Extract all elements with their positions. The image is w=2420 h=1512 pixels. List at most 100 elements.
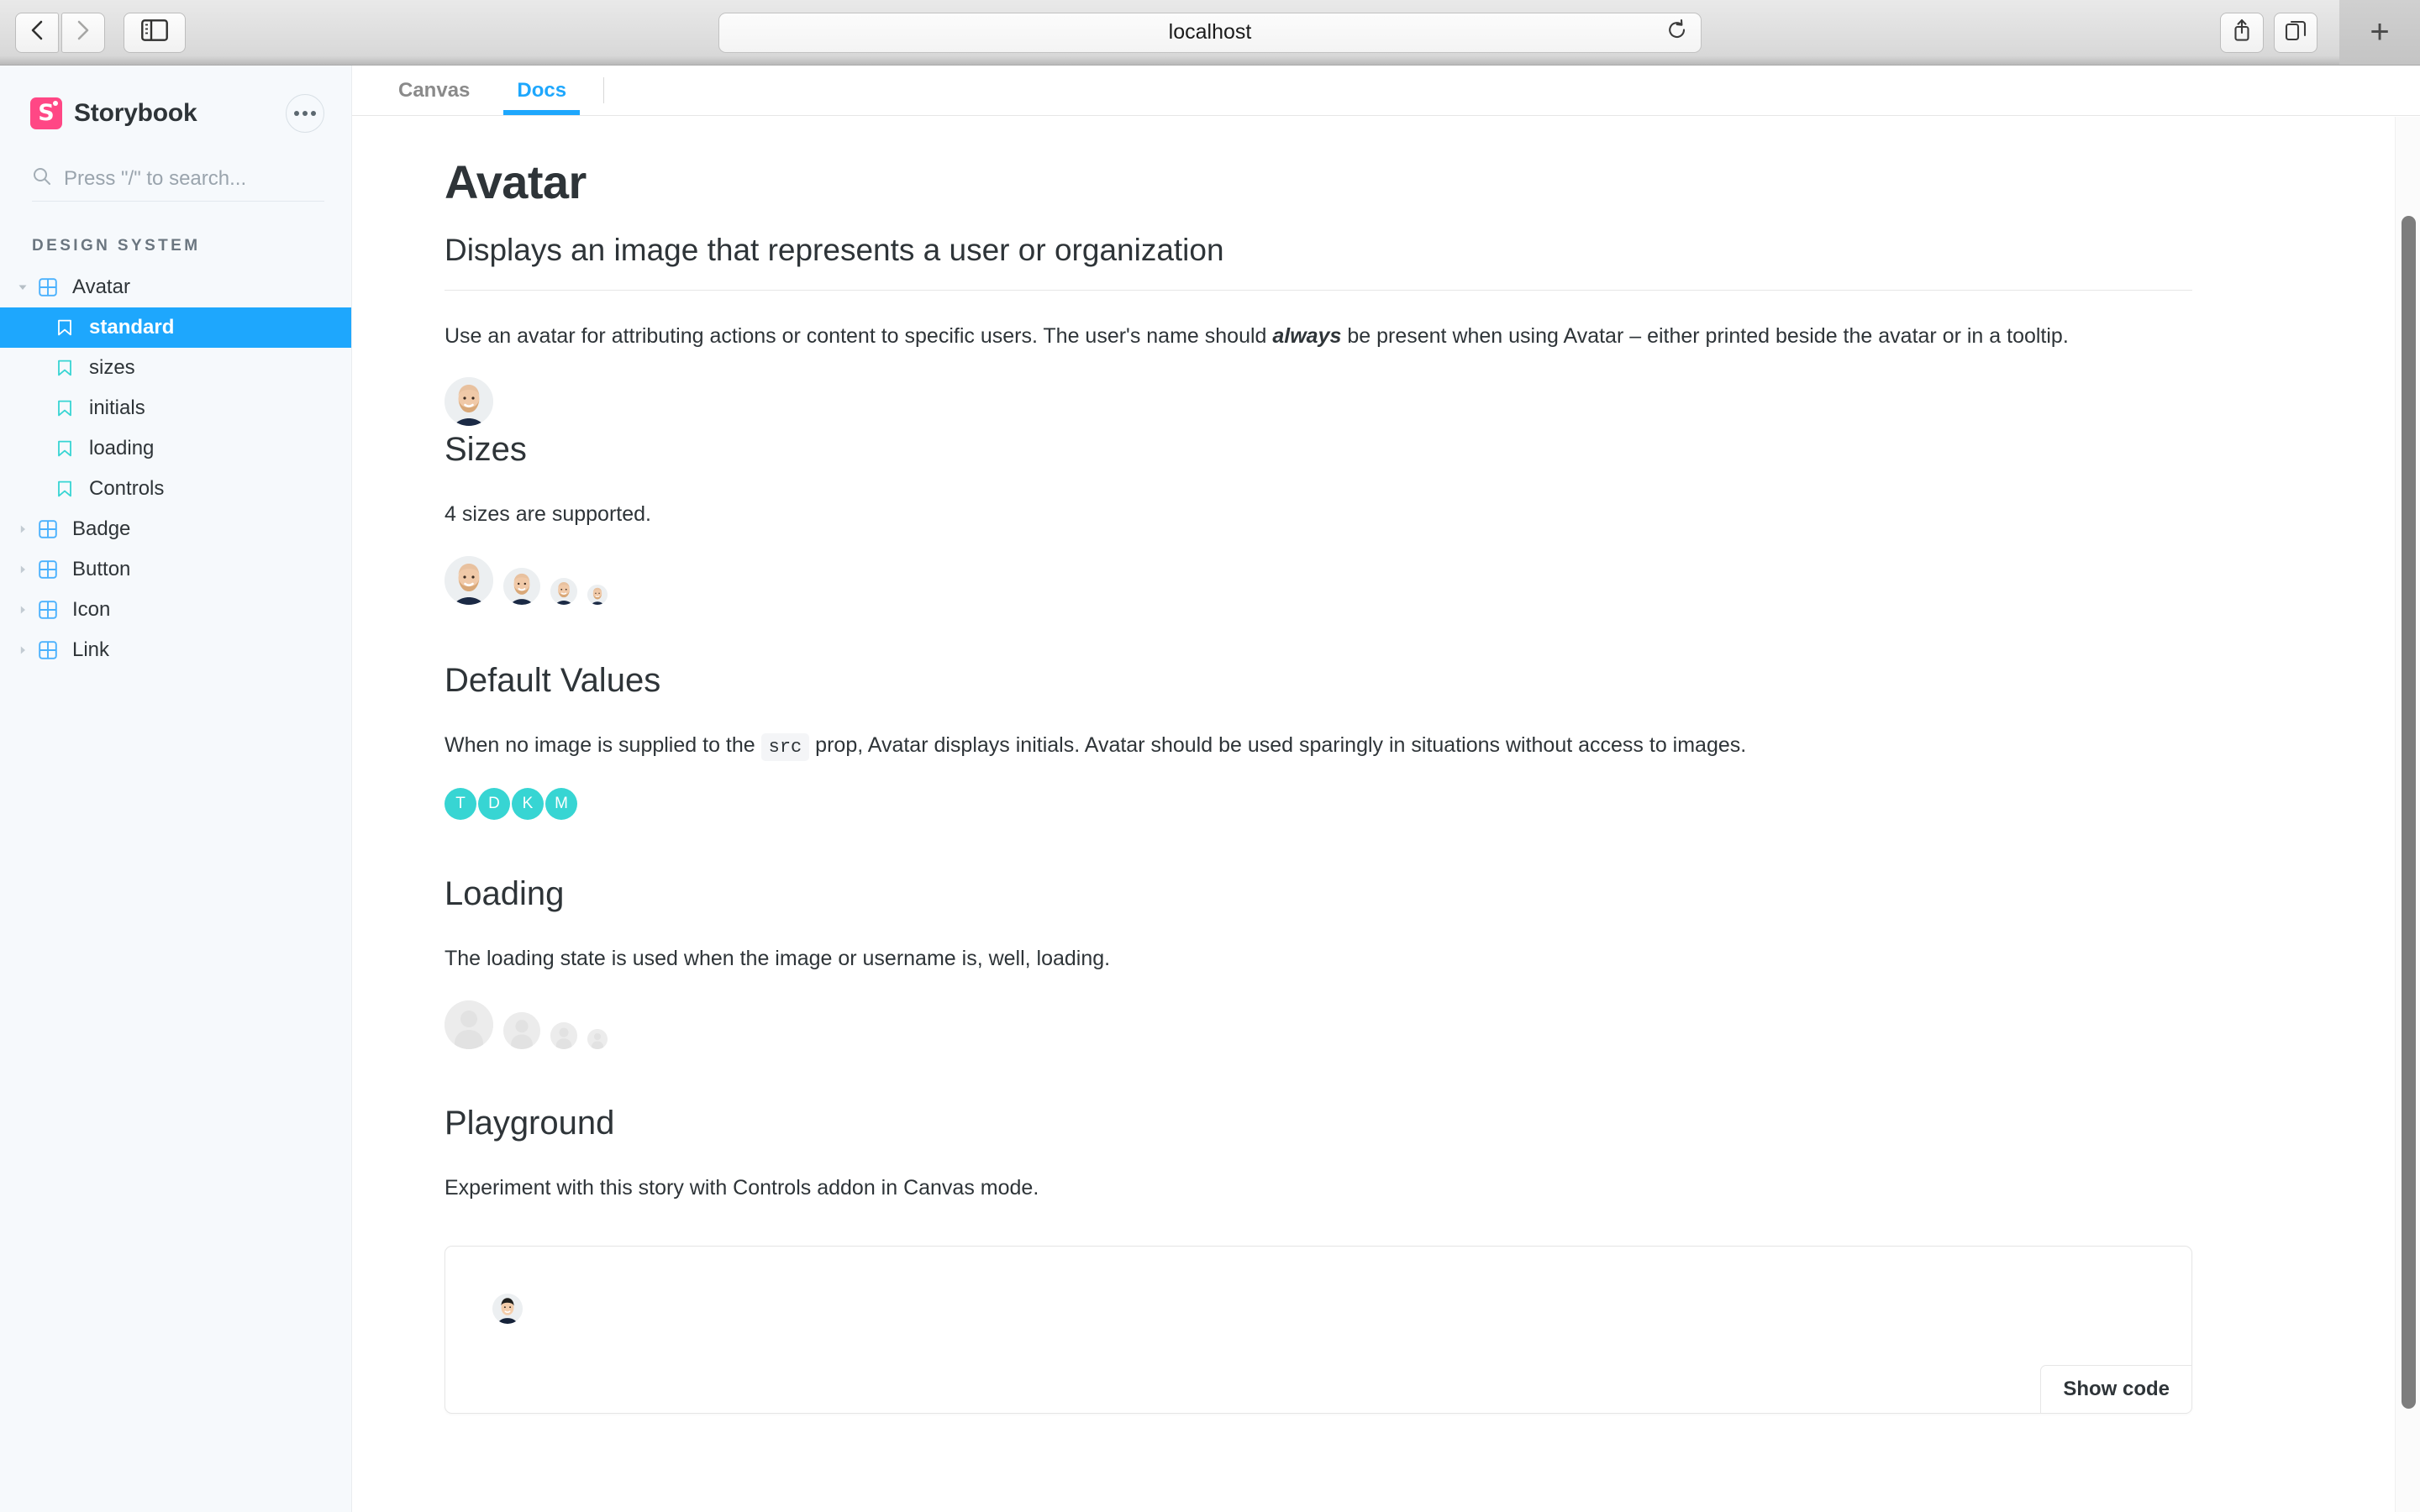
avatar-photo-large	[445, 556, 493, 605]
avatar-photo-graphic	[445, 376, 493, 426]
sidebar-item-loading[interactable]: loading	[0, 428, 351, 469]
sidebar-section-title: DESIGN SYSTEM	[32, 237, 201, 255]
sidebar-item-badge[interactable]: Badge	[0, 509, 351, 549]
intro-text-1: Use an avatar for attributing actions or…	[445, 324, 1273, 348]
sidebar-item-controls[interactable]: Controls	[0, 469, 351, 509]
docs-bottom-spacer	[445, 1414, 2192, 1512]
avatar-initials-letter: T	[455, 794, 466, 812]
chevron-right-icon[interactable]	[13, 524, 32, 534]
search-input[interactable]	[64, 166, 324, 191]
browser-nav-group	[15, 12, 105, 53]
tabs-overview-icon	[2285, 19, 2307, 45]
sidebar-item-sizes[interactable]: sizes	[0, 348, 351, 388]
initials-avatar-row: T D K M	[445, 787, 2192, 820]
sizes-avatar-row	[445, 556, 2192, 605]
component-grid-icon	[32, 560, 64, 579]
component-grid-icon	[32, 641, 64, 659]
sidebar-item-label: Controls	[89, 477, 165, 500]
dot-1	[294, 111, 299, 116]
sidebar-item-initials[interactable]: initials	[0, 388, 351, 428]
story-bookmark-icon	[49, 440, 81, 457]
avatar-photo-playground	[492, 1293, 523, 1324]
sidebar-item-label: initials	[89, 396, 145, 419]
avatar-photo-graphic	[550, 578, 577, 605]
sidebar-item-button[interactable]: Button	[0, 549, 351, 590]
avatar-loading	[587, 1029, 608, 1050]
dot-2	[302, 111, 308, 116]
page-title: Avatar	[445, 155, 587, 208]
storybook-app: S Storybook DESIGN SYSTEM	[0, 66, 2420, 1512]
chevron-down-icon[interactable]	[13, 282, 32, 292]
docs-scroll-area[interactable]: Avatar Displays an image that represents…	[352, 116, 2420, 1512]
standard-avatar-row	[445, 376, 2192, 426]
tab-separator	[603, 77, 605, 103]
playground-body: Experiment with this story with Controls…	[445, 1176, 1039, 1200]
loading-avatar-row	[445, 1000, 2192, 1050]
sidebar-item-label: standard	[89, 316, 175, 339]
chevron-right-icon[interactable]	[13, 645, 32, 655]
sidebar-item-avatar[interactable]: Avatar	[0, 267, 351, 307]
show-code-button[interactable]: Show code	[2040, 1364, 2192, 1414]
new-tab-button[interactable]: +	[2339, 0, 2420, 65]
sidebar-item-icon[interactable]: Icon	[0, 590, 351, 630]
reload-icon[interactable]	[1667, 18, 1687, 46]
loading-body: The loading state is used when the image…	[445, 946, 1111, 970]
storybook-logo-icon: S	[30, 97, 62, 129]
avatar-loading	[445, 1000, 493, 1050]
sidebar-item-link[interactable]: Link	[0, 630, 351, 670]
avatar-loading	[550, 1022, 577, 1050]
avatar-loading	[503, 1012, 540, 1050]
chevron-right-icon	[75, 18, 92, 46]
avatar-initials: D	[478, 787, 510, 820]
share-button[interactable]	[2220, 12, 2264, 53]
avatar-initials-letter: D	[488, 794, 500, 812]
sidebar-toggle-button[interactable]	[124, 12, 186, 53]
back-button[interactable]	[15, 12, 59, 53]
src-code-chip: src	[760, 733, 810, 761]
loading-heading: Loading	[445, 874, 565, 912]
intro-text-2: be present when using Avatar – either pr…	[1341, 324, 2069, 348]
tab-docs[interactable]: Docs	[493, 66, 590, 115]
avatar-placeholder-icon	[445, 1000, 493, 1050]
sidebar-item-label: Badge	[72, 517, 131, 540]
story-bookmark-icon	[49, 480, 81, 497]
sidebar-menu-button[interactable]	[286, 94, 324, 133]
storybook-sidebar: S Storybook DESIGN SYSTEM	[0, 66, 352, 1512]
avatar-placeholder-icon	[550, 1022, 577, 1050]
chevron-right-icon[interactable]	[13, 564, 32, 575]
default-values-body: When no image is supplied to the src pro…	[445, 728, 2133, 763]
sidebar-item-standard[interactable]: standard	[0, 307, 351, 348]
address-bar[interactable]: localhost	[718, 12, 1702, 53]
page-subtitle: Displays an image that represents a user…	[445, 233, 2192, 291]
sidebar-item-label: Button	[72, 558, 131, 580]
avatar-photo-small	[550, 578, 577, 605]
url-text: localhost	[1168, 20, 1252, 44]
playground-heading: Playground	[445, 1105, 615, 1142]
avatar-initials: M	[545, 787, 577, 820]
browser-right-buttons	[2220, 12, 2317, 53]
default-values-text-2: prop, Avatar displays initials. Avatar s…	[809, 733, 1747, 757]
storybook-logo-dot	[53, 101, 58, 106]
search-icon	[32, 166, 52, 191]
story-bookmark-icon	[49, 319, 81, 336]
sidebar-brand-title: Storybook	[74, 99, 197, 127]
sidebar-search[interactable]	[32, 166, 324, 202]
tabs-overview-button[interactable]	[2274, 12, 2317, 53]
forward-button[interactable]	[61, 12, 105, 53]
new-tab-label: +	[2370, 13, 2390, 50]
tab-canvas[interactable]: Canvas	[375, 66, 493, 115]
sidebar-brand[interactable]: S Storybook	[0, 66, 351, 138]
component-grid-icon	[32, 601, 64, 619]
avatar-photo-tiny	[587, 585, 608, 605]
docs-scrollbar-track[interactable]	[2395, 117, 2420, 1512]
share-icon	[2232, 18, 2252, 47]
address-bar-container: localhost	[718, 12, 1702, 53]
docs-scrollbar-thumb[interactable]	[2402, 216, 2416, 1409]
sidebar-item-label: Link	[72, 638, 110, 661]
avatar-initials: K	[512, 787, 544, 820]
browser-chrome: localhost +	[0, 0, 2420, 66]
sidebar-tree: Avatar standard sizes initials loading C…	[0, 267, 351, 670]
sidebar-item-label: Avatar	[72, 276, 130, 298]
intro-emphasis: always	[1272, 324, 1342, 348]
chevron-right-icon[interactable]	[13, 605, 32, 615]
